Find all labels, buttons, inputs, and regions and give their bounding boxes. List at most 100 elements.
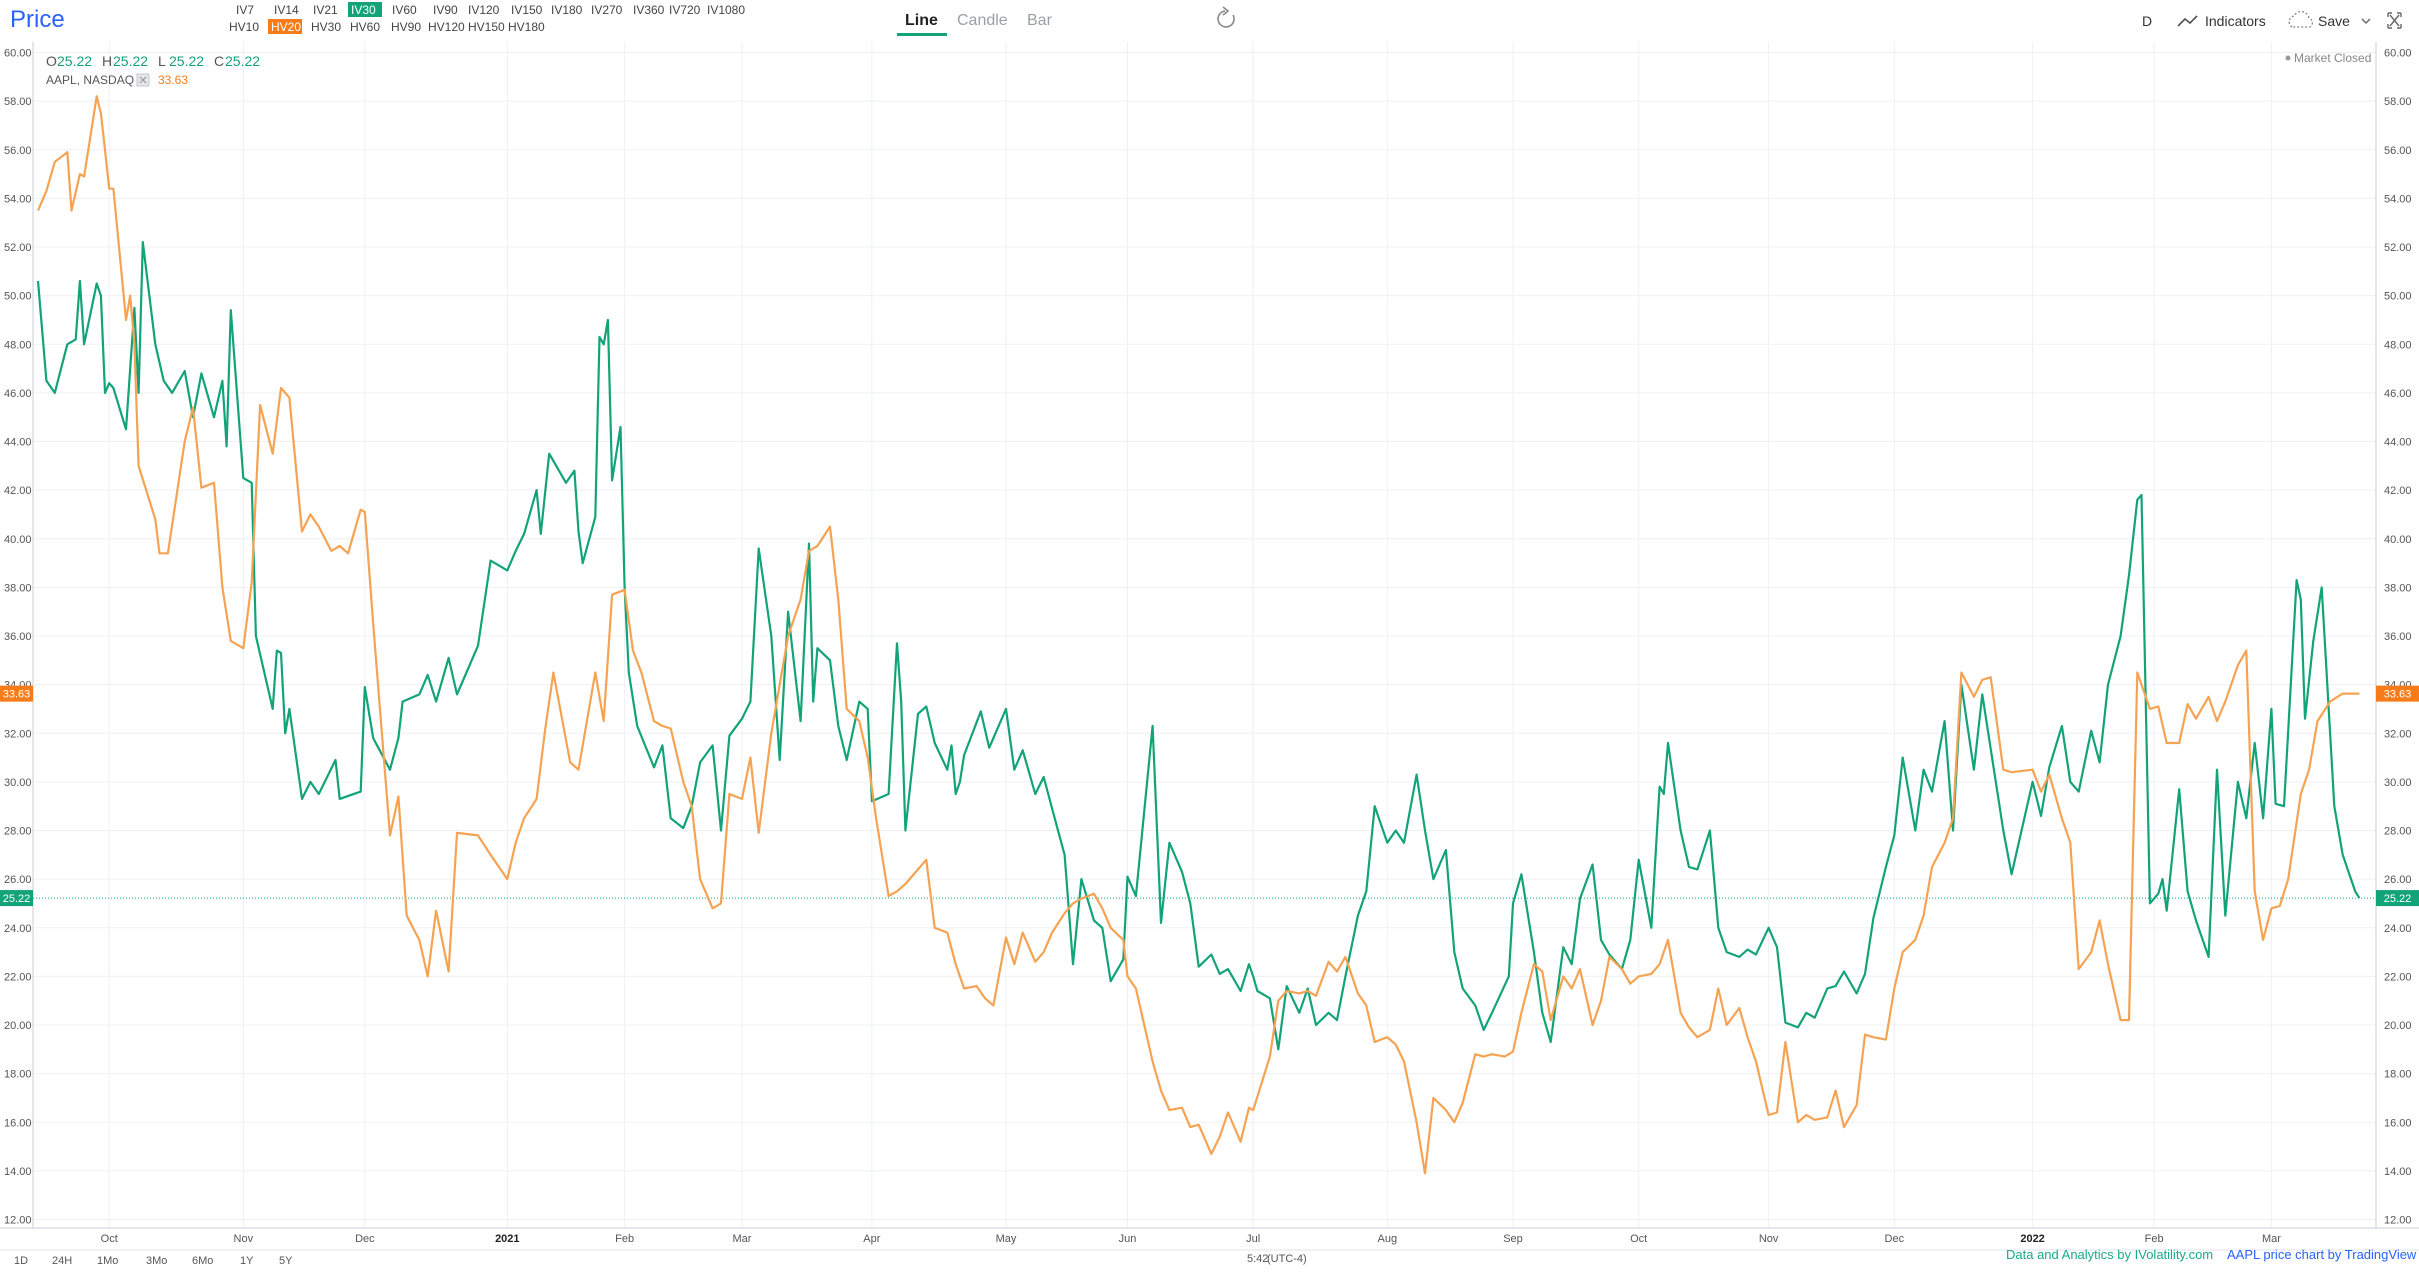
iv-button-iv60[interactable]: IV60 [392, 3, 417, 17]
market-status-label: Market Closed [2294, 51, 2371, 65]
y-tick-label-right: 46.00 [2384, 388, 2412, 400]
market-status-icon [2285, 55, 2291, 61]
y-tick-label-right: 22.00 [2384, 971, 2412, 983]
fullscreen-icon[interactable] [2387, 12, 2402, 29]
iv-button-iv120[interactable]: IV120 [468, 3, 500, 17]
y-tick-label-left: 20.00 [4, 1020, 32, 1032]
hv-button-hv30[interactable]: HV30 [311, 20, 341, 34]
hv-button-hv150[interactable]: HV150 [468, 20, 505, 34]
grid [33, 42, 2376, 1228]
chart-type-tab-candle[interactable]: Candle [957, 12, 1008, 29]
footer-time: 5:42 [1247, 1253, 1268, 1265]
y-tick-label-right: 20.00 [2384, 1020, 2412, 1032]
range-button-6mo[interactable]: 6Mo [192, 1255, 213, 1267]
range-button-1y[interactable]: 1Y [240, 1255, 254, 1267]
y-tick-label-left: 54.00 [4, 193, 32, 205]
iv-badge-left: 25.22 [0, 890, 33, 907]
y-tick-label-right: 54.00 [2384, 193, 2412, 205]
x-tick-label: 2021 [495, 1233, 519, 1245]
hv-legend-value: 33.63 [158, 73, 188, 87]
iv-button-iv21[interactable]: IV21 [313, 3, 338, 17]
iv-button-iv30[interactable]: IV30 [348, 2, 382, 17]
x-tick-label: Apr [863, 1233, 880, 1245]
iv-button-iv360[interactable]: IV360 [633, 3, 665, 17]
iv-button-label: IV270 [591, 3, 623, 17]
y-tick-label-left: 44.00 [4, 437, 32, 449]
range-button-5y[interactable]: 5Y [279, 1255, 293, 1267]
chart-type-tab-bar[interactable]: Bar [1027, 12, 1053, 29]
iv-button-iv90[interactable]: IV90 [433, 3, 458, 17]
x-tick-label: Mar [2262, 1233, 2281, 1245]
y-tick-label-right: 16.00 [2384, 1117, 2412, 1129]
hv-button-hv120[interactable]: HV120 [428, 20, 465, 34]
iv-button-label: IV720 [669, 3, 701, 17]
iv-button-label: IV30 [351, 3, 376, 17]
y-tick-label-left: 22.00 [4, 971, 32, 983]
ohlc-value-l: 25.22 [169, 53, 204, 69]
range-button-1mo[interactable]: 1Mo [97, 1255, 118, 1267]
footer-timezone: (UTC-4) [1267, 1253, 1307, 1265]
y-tick-label-left: 16.00 [4, 1117, 32, 1129]
y-tick-label-right: 48.00 [2384, 339, 2412, 351]
hv-button-label: HV10 [229, 20, 259, 34]
chart-type-tab-underline [897, 33, 947, 36]
iv-button-label: IV150 [511, 3, 543, 17]
iv-button-iv1080[interactable]: IV1080 [707, 3, 745, 17]
y-tick-label-left: 18.00 [4, 1069, 32, 1081]
indicators-label: Indicators [2205, 13, 2266, 29]
y-tick-label-left: 14.00 [4, 1166, 32, 1178]
interval-selector[interactable]: D [2142, 13, 2152, 29]
iv-badge-left-label: 25.22 [3, 893, 31, 905]
hv-button-hv90[interactable]: HV90 [391, 20, 421, 34]
save-button[interactable]: Save [2288, 10, 2371, 29]
price-chart[interactable]: 60.00 60.00 58.00 58.00 56.00 56.00 54.00 54.00… [0, 0, 2419, 1269]
iv-button-iv150[interactable]: IV150 [511, 3, 543, 17]
fullscreen-icon-path [2387, 12, 2402, 29]
hv-button-hv180[interactable]: HV180 [508, 20, 545, 34]
series-line-hv [36, 95, 2360, 1175]
y-tick-label-right: 44.00 [2384, 437, 2412, 449]
y-tick-label-right: 36.00 [2384, 631, 2412, 643]
y-tick-label-right: 40.00 [2384, 534, 2412, 546]
chart-svg[interactable]: 60.00 60.00 58.00 58.00 56.00 56.00 54.00 54.00… [0, 0, 2419, 1269]
y-tick-label-right: 42.00 [2384, 485, 2412, 497]
indicators-button[interactable]: Indicators [2177, 13, 2266, 29]
ohlc-key-c: C [214, 53, 224, 69]
y-tick-label-right: 52.00 [2384, 242, 2412, 254]
hv-badge-right-label: 33.63 [2384, 689, 2412, 701]
x-tick-label: Nov [234, 1233, 254, 1245]
chart-type-tab-line[interactable]: Line [897, 12, 947, 36]
iv-button-iv14[interactable]: IV14 [274, 3, 299, 17]
ohlc-key-o: O [46, 53, 57, 69]
hv-button-hv10[interactable]: HV10 [229, 20, 259, 34]
y-tick-label-left: 36.00 [4, 631, 32, 643]
x-tick-label: Oct [1630, 1233, 1647, 1245]
range-button-1d[interactable]: 1D [14, 1255, 28, 1267]
hide-series-icon[interactable] [136, 73, 150, 87]
y-tick-label-right: 12.00 [2384, 1215, 2412, 1227]
page-title: Price [10, 6, 65, 33]
y-tick-label-right: 18.00 [2384, 1069, 2412, 1081]
iv-button-iv720[interactable]: IV720 [669, 3, 701, 17]
range-button-24h[interactable]: 24H [52, 1255, 72, 1267]
hv-button-label: HV180 [508, 20, 545, 34]
y-tick-label-left: 46.00 [4, 388, 32, 400]
hv-button-label: HV20 [271, 20, 301, 34]
credit-ivolatility-link[interactable]: Data and Analytics by IVolatility.com [2006, 1247, 2213, 1262]
x-tick-label: Feb [2145, 1233, 2164, 1245]
iv-button-label: IV1080 [707, 3, 745, 17]
y-tick-label-left: 58.00 [4, 96, 32, 108]
y-tick-label-left: 48.00 [4, 339, 32, 351]
iv-button-iv270[interactable]: IV270 [591, 3, 623, 17]
iv-button-label: IV360 [633, 3, 665, 17]
hv-button-hv20[interactable]: HV20 [268, 19, 302, 34]
iv-button-iv7[interactable]: IV7 [236, 3, 254, 17]
y-tick-label-right: 30.00 [2384, 777, 2412, 789]
chart-type-tab-label: Line [905, 12, 938, 29]
refresh-icon[interactable] [1217, 6, 1235, 28]
range-button-3mo[interactable]: 3Mo [146, 1255, 167, 1267]
credit-tradingview-link[interactable]: AAPL price chart by TradingView [2227, 1247, 2417, 1262]
iv-button-label: IV7 [236, 3, 254, 17]
hv-button-hv60[interactable]: HV60 [350, 20, 380, 34]
iv-button-iv180[interactable]: IV180 [551, 3, 583, 17]
